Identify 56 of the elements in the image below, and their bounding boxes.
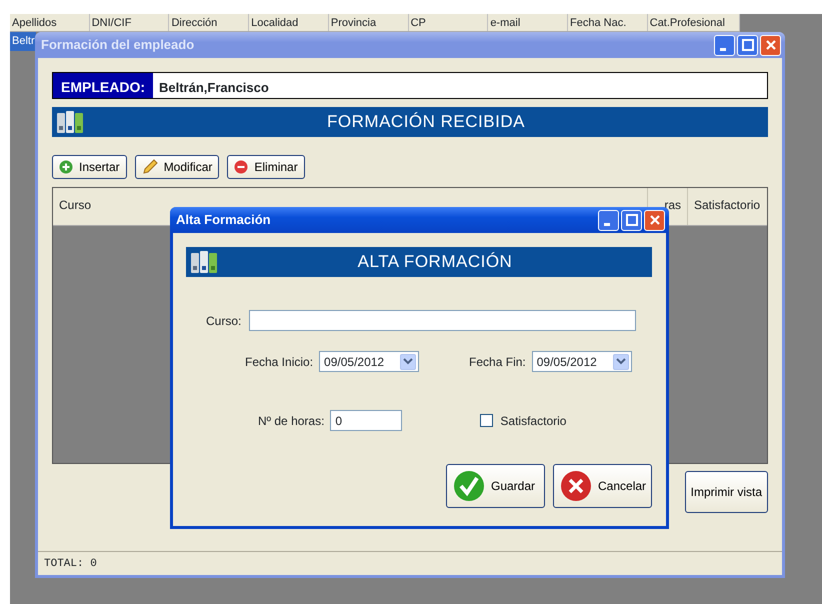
table-cell: Beltr — [10, 32, 36, 50]
plus-icon — [59, 160, 73, 174]
cancel-button[interactable]: Cancelar — [553, 464, 652, 508]
date-picker[interactable]: 09/05/2012 — [319, 351, 420, 372]
column-header: Dirección — [169, 14, 250, 31]
column-header: Curso — [58, 197, 92, 214]
date-value: 09/05/2012 — [324, 354, 384, 370]
banner-title: FORMACIÓN RECIBIDA — [326, 111, 526, 134]
column-header: Localidad — [249, 14, 329, 31]
toolbar-button[interactable]: Insertar — [52, 155, 127, 179]
minimize-icon — [720, 48, 726, 50]
column-header: Cat.Profesional — [648, 14, 740, 31]
banner-title: ALTA FORMACIÓN — [356, 251, 514, 274]
close-icon — [648, 214, 660, 226]
minimize-icon — [604, 222, 610, 226]
column-header: e-mail — [488, 14, 568, 31]
date-picker[interactable]: 09/05/2012 — [532, 351, 632, 372]
field-label: Curso: — [206, 312, 242, 330]
column-header: DNI/CIF — [90, 14, 170, 31]
employee-label: EMPLEADO: — [53, 73, 153, 98]
maximize-button[interactable] — [737, 34, 758, 56]
column-header: CP — [408, 14, 488, 31]
date-value: 09/05/2012 — [536, 354, 597, 370]
hours-input[interactable]: 0 — [330, 410, 402, 431]
minimize-button[interactable] — [714, 34, 735, 56]
maximize-icon — [742, 39, 754, 51]
checkbox[interactable] — [480, 414, 494, 427]
save-button[interactable]: Guardar — [446, 464, 545, 508]
maximize-icon — [626, 214, 638, 226]
column-header: Satisfactorio — [687, 188, 767, 225]
print-preview-button[interactable]: Imprimir vista — [684, 471, 768, 513]
binders-icon — [56, 110, 84, 134]
checkmark-icon — [453, 470, 485, 502]
pencil-icon — [142, 159, 158, 175]
close-icon — [560, 470, 592, 502]
column-header: Apellidos — [10, 14, 90, 31]
maximize-button[interactable] — [621, 210, 642, 230]
field-label: Fecha Inicio: — [245, 354, 314, 370]
close-button[interactable] — [644, 210, 665, 230]
dialog-title: Alta Formación — [176, 211, 272, 230]
course-input[interactable] — [249, 310, 636, 331]
employee-name: Beltrán,Francisco — [153, 73, 767, 98]
status-bar: TOTAL: 0 — [38, 551, 782, 575]
close-button[interactable] — [760, 34, 781, 56]
toolbar-button[interactable]: Eliminar — [227, 155, 305, 179]
minimize-button[interactable] — [598, 210, 619, 230]
checkbox-label: Satisfactorio — [500, 412, 566, 430]
field-label: Nº de horas: — [258, 412, 324, 430]
column-header: Provincia — [328, 14, 409, 31]
window-title: Formación del empleado — [41, 36, 196, 54]
close-icon — [764, 39, 776, 51]
field-label: Fecha Fin: — [469, 354, 526, 370]
minus-icon — [234, 160, 248, 174]
column-header: Fecha Nac. — [568, 14, 648, 31]
binders-icon — [190, 250, 218, 274]
toolbar-button[interactable]: Modificar — [134, 155, 220, 179]
